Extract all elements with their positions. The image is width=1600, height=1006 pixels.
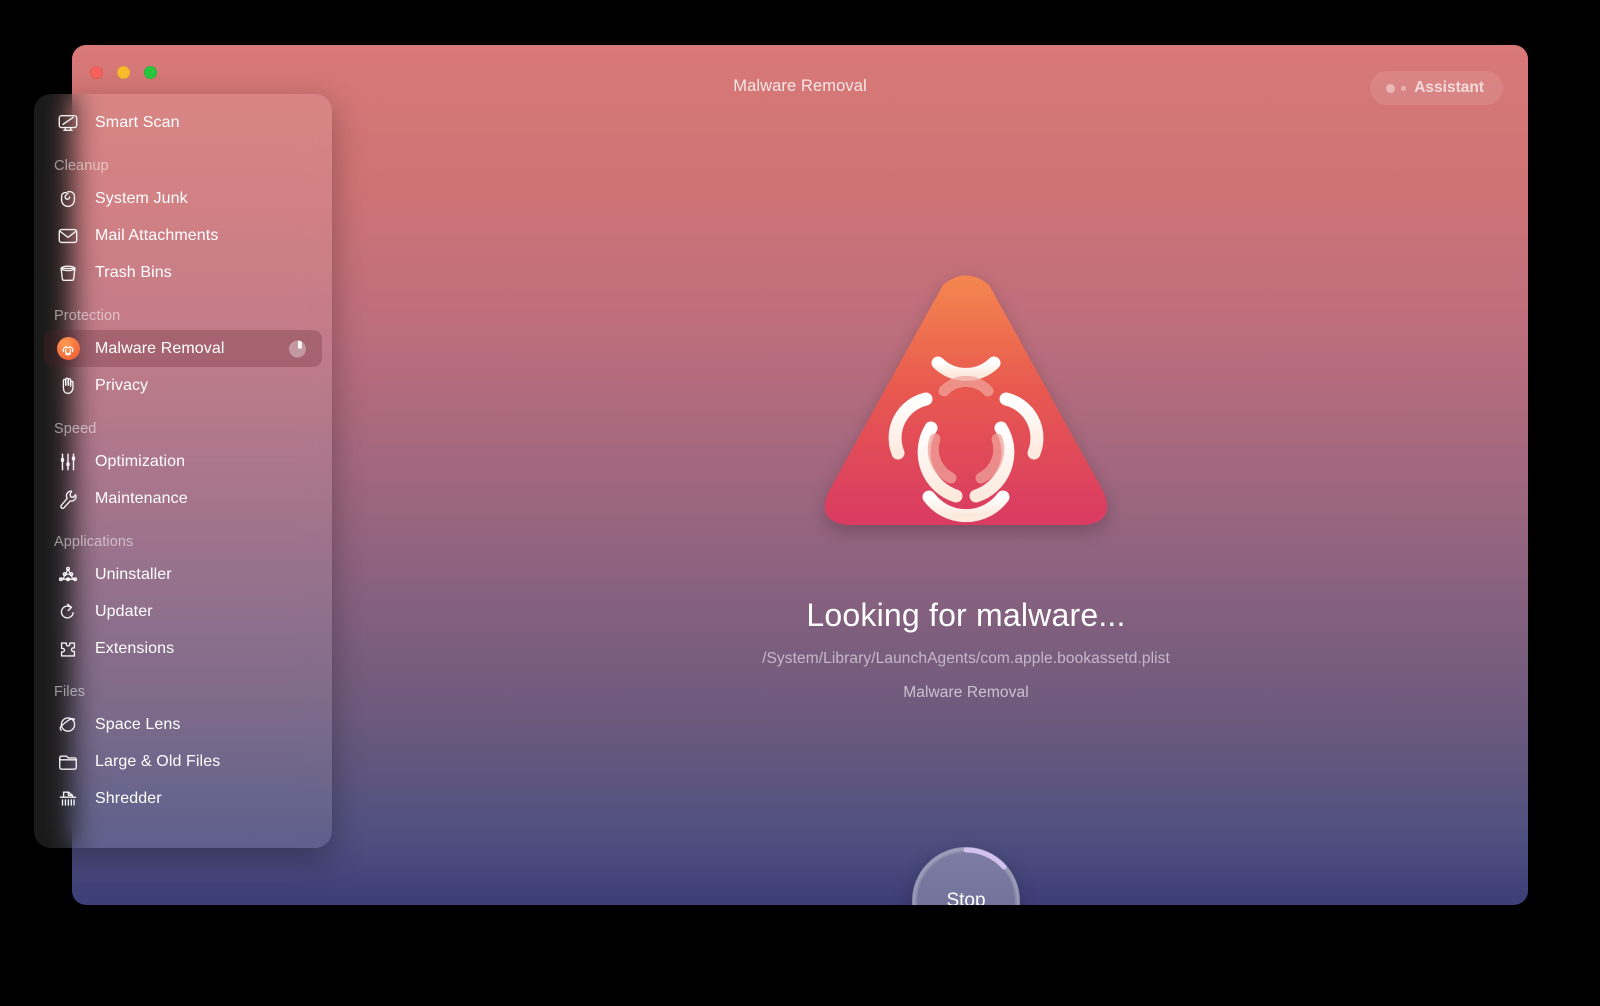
sidebar-item-privacy[interactable]: Privacy xyxy=(44,367,322,404)
molecule-icon xyxy=(54,562,82,588)
refresh-arrow-icon xyxy=(54,599,82,625)
biohazard-icon xyxy=(54,336,82,362)
sidebar-item-label: Trash Bins xyxy=(95,263,172,281)
status-module-name: Malware Removal xyxy=(903,684,1029,701)
sidebar-item-optimization[interactable]: Optimization xyxy=(44,443,322,480)
sidebar-item-label: Maintenance xyxy=(95,489,188,507)
sidebar-item-label: Smart Scan xyxy=(95,113,180,131)
folder-icon xyxy=(54,749,82,775)
puzzle-piece-icon xyxy=(54,636,82,662)
assistant-dots-icon xyxy=(1386,83,1407,93)
sidebar: Smart Scan Cleanup System Junk Mail Atta… xyxy=(34,94,332,848)
assistant-button[interactable]: Assistant xyxy=(1370,71,1503,105)
status-title: Looking for malware... xyxy=(806,597,1126,633)
sliders-icon xyxy=(54,449,82,475)
sidebar-item-malware-removal[interactable]: Malware Removal xyxy=(44,330,322,367)
planet-icon xyxy=(54,712,82,738)
sidebar-item-shredder[interactable]: Shredder xyxy=(44,780,322,817)
sidebar-item-label: Space Lens xyxy=(95,715,181,733)
sidebar-item-smart-scan[interactable]: Smart Scan xyxy=(44,104,322,141)
sidebar-item-label: System Junk xyxy=(95,189,188,207)
sidebar-item-label: Optimization xyxy=(95,452,186,470)
sidebar-section-protection: Protection xyxy=(54,308,121,324)
broom-bag-icon xyxy=(54,186,82,212)
sidebar-item-label: Shredder xyxy=(95,789,162,807)
shredder-icon xyxy=(54,786,82,812)
sidebar-item-system-junk[interactable]: System Junk xyxy=(44,180,322,217)
sidebar-section-cleanup: Cleanup xyxy=(54,158,109,174)
sidebar-item-label: Mail Attachments xyxy=(95,226,219,244)
hand-icon xyxy=(54,373,82,399)
sidebar-section-speed: Speed xyxy=(54,421,97,437)
trash-bin-icon xyxy=(54,260,82,286)
sidebar-item-label: Updater xyxy=(95,602,153,620)
sidebar-item-trash-bins[interactable]: Trash Bins xyxy=(44,254,322,291)
sidebar-item-label: Large & Old Files xyxy=(95,752,221,770)
biohazard-triangle-icon xyxy=(811,263,1121,563)
wrench-icon xyxy=(54,486,82,512)
stop-button-label: Stop xyxy=(946,890,986,905)
sidebar-section-files: Files xyxy=(54,684,86,700)
sidebar-item-label: Privacy xyxy=(95,376,149,394)
sidebar-item-maintenance[interactable]: Maintenance xyxy=(44,480,322,517)
sidebar-item-label: Uninstaller xyxy=(95,565,172,583)
main-content: Looking for malware... /System/Library/L… xyxy=(404,115,1528,905)
sidebar-item-label: Extensions xyxy=(95,639,175,657)
sidebar-item-mail-attachments[interactable]: Mail Attachments xyxy=(44,217,322,254)
sidebar-item-uninstaller[interactable]: Uninstaller xyxy=(44,556,322,593)
sidebar-item-extensions[interactable]: Extensions xyxy=(44,630,322,667)
envelope-icon xyxy=(54,223,82,249)
monitor-scan-icon xyxy=(54,110,82,136)
screen: Malware Removal Assistant Looking for ma… xyxy=(0,0,1600,1006)
sidebar-item-label: Malware Removal xyxy=(95,339,225,357)
sidebar-item-space-lens[interactable]: Space Lens xyxy=(44,706,322,743)
stop-button[interactable]: Stop xyxy=(912,847,1020,905)
scan-progress-indicator xyxy=(289,340,306,357)
assistant-button-label: Assistant xyxy=(1414,79,1484,96)
sidebar-item-updater[interactable]: Updater xyxy=(44,593,322,630)
sidebar-section-applications: Applications xyxy=(54,534,134,550)
sidebar-item-large-and-old-files[interactable]: Large & Old Files xyxy=(44,743,322,780)
status-current-path: /System/Library/LaunchAgents/com.apple.b… xyxy=(762,650,1170,667)
